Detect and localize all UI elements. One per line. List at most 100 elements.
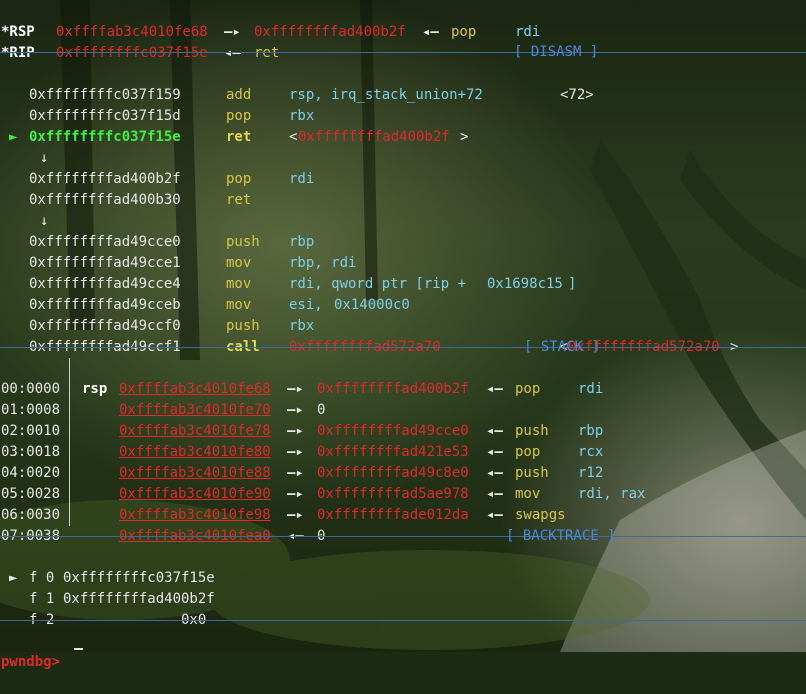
- stack-row[interactable]: 01:0008 0xffffab3c4010fe70 —▸ 0: [0, 379, 325, 418]
- instruction-address: 0xffffffffc037f15d: [29, 108, 181, 124]
- disasm-line[interactable]: 0xffffffffad400b2f pop rdi: [0, 148, 314, 187]
- instruction-comment: <72>: [560, 87, 594, 103]
- instruction-address: 0xffffffffad49ccf0: [29, 318, 181, 334]
- disasm-line[interactable]: 0xffffffffad49cce4 mov rdi, qword ptr [rip…: [0, 253, 576, 292]
- flow-arrow-row: ↓: [0, 190, 48, 229]
- gadget-mnemonic: ret: [254, 45, 280, 61]
- stack-address[interactable]: 0xffffab3c4010fe90: [119, 484, 271, 505]
- arrow-icon: —▸: [287, 507, 304, 523]
- bracket-close: ]: [568, 276, 577, 292]
- backtrace-frame[interactable]: ► f 0 0xffffffffc037f15e: [0, 547, 215, 586]
- arrow-icon: ◂—: [486, 381, 503, 397]
- instruction-address: 0xffffffffad400b2f: [29, 171, 181, 187]
- arrow-icon: —▸: [287, 381, 304, 397]
- stack-address[interactable]: 0xffffab3c4010fe98: [119, 505, 271, 526]
- arrow-icon: —▸: [287, 423, 304, 439]
- gadget-operand: rbp: [578, 423, 604, 439]
- stack-address[interactable]: 0xffffab3c4010fe78: [119, 421, 271, 442]
- down-arrow-icon: ↓: [40, 150, 49, 166]
- text-cursor: [74, 648, 83, 650]
- section-separator: [0, 620, 806, 621]
- flow-arrow-row: ↓: [0, 127, 48, 166]
- instruction-operands: esi,: [289, 297, 332, 313]
- disasm-line[interactable]: 0xffffffffad49cce1 mov rbp, rdi: [0, 232, 356, 271]
- disasm-line[interactable]: 0xffffffffad49ccf1 call 0xffffffffad572a70…: [0, 316, 738, 355]
- stack-value: 0xffffffffad400b2f: [317, 381, 469, 397]
- prompt-label: pwndbg>: [1, 654, 61, 670]
- instruction-mnemonic: ret: [226, 129, 252, 145]
- stack-value: 0xffffffffad5ae978: [317, 486, 469, 502]
- stack-row[interactable]: 07:0038 0xffffab3c4010fea0 ◂— 0: [0, 505, 325, 544]
- down-arrow-icon: ↓: [40, 213, 49, 229]
- instruction-mnemonic: pop: [226, 108, 252, 124]
- disasm-line[interactable]: 0xffffffffad49ccf0 push rbx: [0, 295, 314, 334]
- bracket-open: <: [289, 129, 298, 145]
- stack-address[interactable]: 0xffffab3c4010fe70: [119, 400, 271, 421]
- stack-row[interactable]: 02:0010 0xffffab3c4010fe78 —▸ 0xffffffffad4…: [0, 400, 603, 439]
- stack-address[interactable]: 0xffffab3c4010fe88: [119, 463, 271, 484]
- backtrace-frame[interactable]: f 1 0xffffffffad400b2f: [0, 568, 215, 607]
- stack-address[interactable]: 0xffffab3c4010fe80: [119, 442, 271, 463]
- arrow-icon: —▸: [287, 465, 304, 481]
- gadget-operand: rdi, rax: [578, 486, 646, 502]
- instruction-mnemonic: pop: [226, 171, 252, 187]
- arrow-icon: ◂—: [486, 423, 503, 439]
- instruction-operands: rbx: [289, 318, 315, 334]
- gadget-operand: rdi: [578, 381, 604, 397]
- disasm-line[interactable]: 0xffffffffc037f15d pop rbx: [0, 85, 314, 124]
- stack-section-title: [ STACK ]: [524, 339, 600, 355]
- instruction-immediate: 0x14000c0: [334, 297, 410, 313]
- section-separator: [0, 536, 806, 537]
- arrow-icon: ◂—: [422, 24, 439, 40]
- command-prompt-line[interactable]: pwndbg>: [0, 631, 83, 670]
- disasm-line[interactable]: 0xffffffffc037f159 add rsp, irq_stack_unio…: [0, 64, 594, 103]
- disasm-line[interactable]: 0xffffffffad49cceb mov esi, 0x14000c0: [0, 274, 410, 313]
- stack-row[interactable]: 06:0030 0xffffab3c4010fe98 —▸ 0xffffffffade…: [0, 484, 566, 523]
- gadget-mnemonic: swapgs: [515, 507, 566, 523]
- gadget-operand: rdi: [515, 24, 541, 40]
- instruction-address: 0xffffffffad49cce4: [29, 276, 181, 292]
- disasm-line[interactable]: 0xffffffffad49cce0 push rbp: [0, 211, 314, 250]
- disasm-current-line[interactable]: ► 0xffffffffc037f15e ret <0xffffffffad400b2…: [0, 106, 468, 145]
- instruction-address: 0xffffffffad400b30: [29, 192, 181, 208]
- arrow-icon: ◂—: [486, 444, 503, 460]
- arrow-icon: ◂—: [486, 486, 503, 502]
- stack-address[interactable]: 0xffffab3c4010fe68: [119, 379, 271, 400]
- arrow-icon: —▸: [224, 24, 241, 40]
- instruction-address: 0xffffffffad49cce1: [29, 255, 181, 271]
- stack-row[interactable]: 05:0028 0xffffab3c4010fe90 —▸ 0xffffffffad5…: [0, 463, 645, 502]
- arrow-icon: —▸: [287, 444, 304, 460]
- gadget-mnemonic: pop: [515, 444, 541, 460]
- return-target: 0xffffffffad400b2f: [298, 129, 450, 145]
- pwndbg-terminal[interactable]: *RSP 0xffffab3c4010fe68 —▸ 0xffffffffad400b…: [0, 0, 806, 670]
- register-address: 0xffffab3c4010fe68: [56, 24, 208, 40]
- arrow-icon: ◂—: [486, 465, 503, 481]
- register-rip-line: *RIP 0xffffffffc037f15e ◂— ret: [0, 22, 279, 61]
- instruction-mnemonic: add: [226, 87, 252, 103]
- stack-row[interactable]: 00:0000 rsp 0xffffab3c4010fe68 —▸ 0xffffffff…: [0, 358, 603, 397]
- backtrace-frame[interactable]: f 2 0x0: [0, 589, 206, 628]
- register-value: 0xffffffffad400b2f: [254, 24, 406, 40]
- instruction-mnemonic: mov: [226, 297, 252, 313]
- stack-row[interactable]: 03:0018 0xffffab3c4010fe80 —▸ 0xffffffffad4…: [0, 421, 603, 460]
- stack-value: 0xffffffffad421e53: [317, 444, 469, 460]
- gadget-operand: r12: [578, 465, 604, 481]
- stack-row[interactable]: 04:0020 0xffffab3c4010fe88 —▸ 0xffffffffad4…: [0, 442, 603, 481]
- instruction-mnemonic: mov: [226, 255, 252, 271]
- disasm-line[interactable]: 0xffffffffad400b30 ret: [0, 169, 251, 208]
- instruction-operands: rdi, qword ptr [rip +: [289, 276, 475, 292]
- instruction-operands: rbp: [289, 234, 315, 250]
- instruction-address: 0xffffffffad49cce0: [29, 234, 181, 250]
- register-address: 0xffffffffc037f15e: [56, 45, 208, 61]
- instruction-mnemonic: mov: [226, 276, 252, 292]
- arrow-icon: —▸: [287, 402, 304, 418]
- register-name: *RIP: [1, 45, 35, 61]
- instruction-mnemonic: push: [226, 318, 260, 334]
- command-input[interactable]: [74, 631, 83, 652]
- instruction-offset: 0x1698c15: [487, 276, 563, 292]
- gadget-operand: rcx: [578, 444, 604, 460]
- disasm-section-title: [ DISASM ]: [514, 44, 599, 60]
- stack-register: rsp: [82, 381, 108, 397]
- frame-address: 0xffffffffad400b2f: [63, 591, 215, 607]
- register-rsp-line: *RSP 0xffffab3c4010fe68 —▸ 0xffffffffad400b…: [0, 1, 540, 40]
